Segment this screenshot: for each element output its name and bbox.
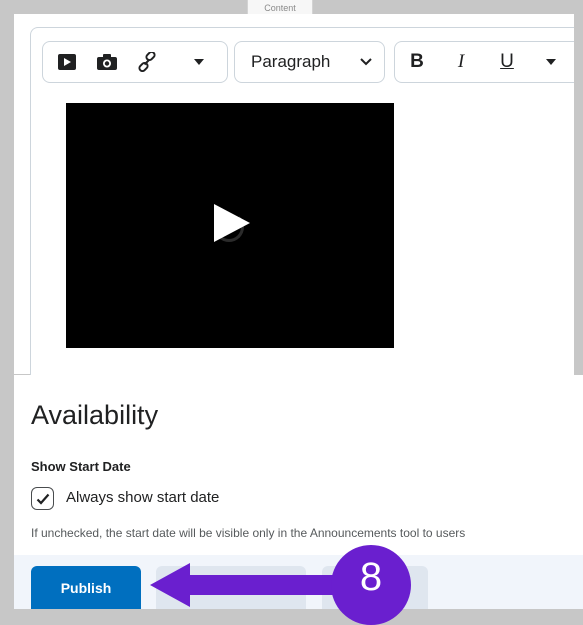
insert-video-button[interactable]: [51, 42, 83, 82]
availability-heading: Availability: [31, 400, 159, 430]
publish-button[interactable]: Publish: [31, 566, 141, 609]
chevron-down-icon: [360, 42, 372, 82]
step-number-badge: 8: [331, 545, 411, 625]
format-select[interactable]: Paragraph: [234, 41, 385, 83]
checkmark-icon: [36, 493, 49, 505]
underline-button[interactable]: U: [491, 42, 523, 82]
bold-button[interactable]: B: [401, 42, 433, 82]
caret-down-icon: [546, 59, 556, 65]
editor-toolbar: Paragraph B I U: [31, 28, 583, 96]
video-icon: [58, 54, 76, 70]
format-select-value: Paragraph: [251, 52, 331, 71]
insert-link-button[interactable]: [131, 42, 163, 82]
play-icon[interactable]: [214, 204, 250, 242]
show-start-date-label: Show Start Date: [31, 459, 131, 474]
format-more-button[interactable]: [535, 42, 567, 82]
link-icon: [138, 52, 156, 72]
always-show-start-date-label: Always show start date: [66, 489, 220, 506]
text-format-group: B I U: [394, 41, 583, 83]
always-show-start-date-checkbox[interactable]: [31, 487, 54, 510]
italic-button[interactable]: I: [445, 42, 477, 82]
insert-more-button[interactable]: [183, 42, 215, 82]
annotation-arrow-icon: [150, 563, 350, 607]
start-date-help-text: If unchecked, the start date will be vis…: [31, 526, 466, 540]
frame-edge: [574, 14, 583, 376]
caret-down-icon: [194, 59, 204, 65]
insert-image-button[interactable]: [91, 42, 123, 82]
camera-icon: [97, 54, 117, 70]
insert-button-group: [42, 41, 228, 83]
